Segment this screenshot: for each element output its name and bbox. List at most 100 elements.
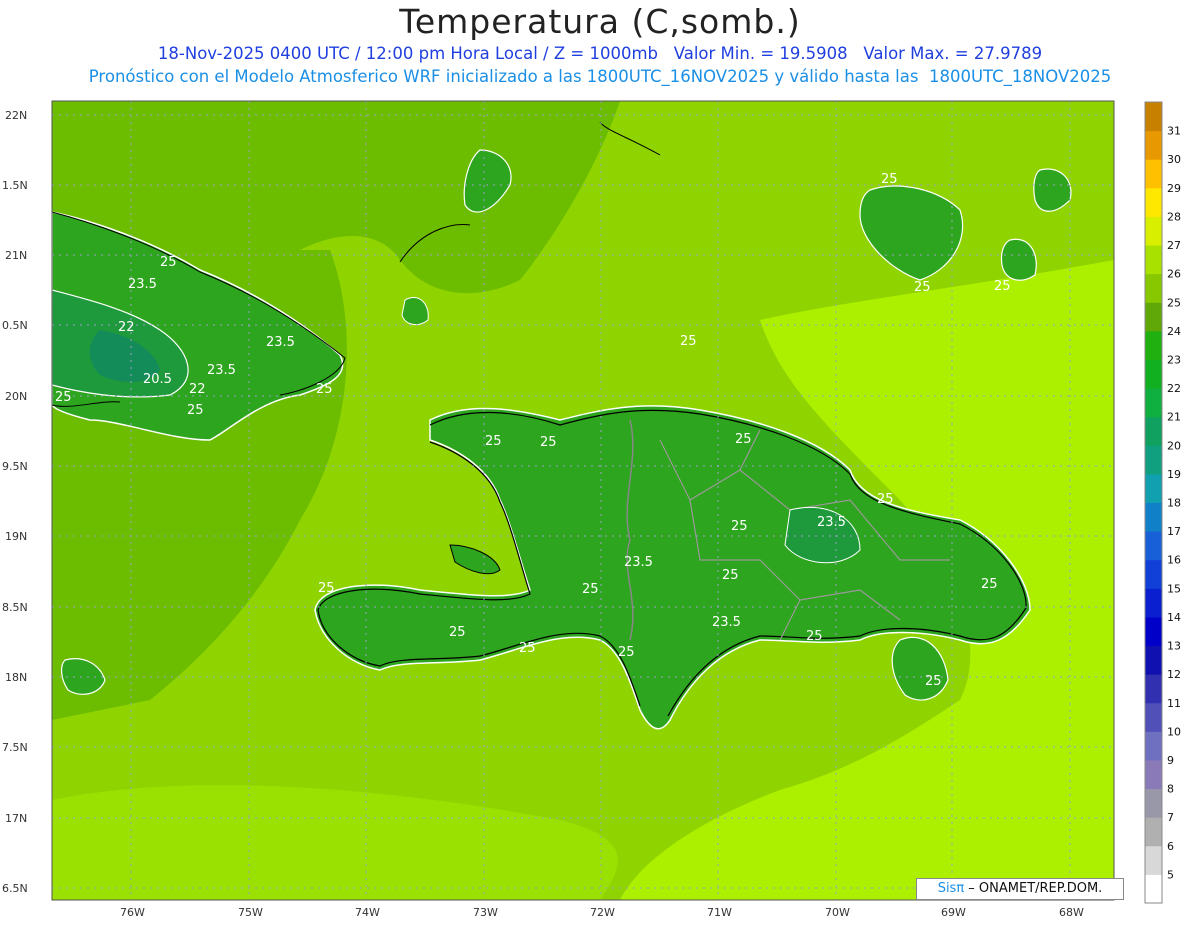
contour-label: 25 xyxy=(806,629,823,644)
colorbar-level-label: 22 xyxy=(1167,382,1181,395)
temperature-map: 25 23.5 22 20.5 22 23.5 23.5 25 25 25 25… xyxy=(2,100,1181,919)
colorbar-level-label: 12 xyxy=(1167,668,1181,681)
contour-label: 25 xyxy=(994,279,1011,294)
colorbar-level-label: 30 xyxy=(1167,153,1181,166)
lat-label: 6.5N xyxy=(2,882,28,895)
colorbar-level-label: 8 xyxy=(1167,783,1174,796)
colorbar-swatch xyxy=(1145,502,1162,532)
colorbar-level-label: 19 xyxy=(1167,468,1181,481)
contour-label: 22 xyxy=(189,382,206,397)
colorbar-level-label: 13 xyxy=(1167,640,1181,653)
contour-label: 25 xyxy=(55,390,72,405)
contour-label: 25 xyxy=(731,519,748,534)
contour-label: 25 xyxy=(981,577,998,592)
colorbar-level-label: 16 xyxy=(1167,554,1181,567)
valid-time-line: 18-Nov-2025 0400 UTC / 12:00 pm Hora Loc… xyxy=(157,44,1043,63)
contour-label: 25 xyxy=(540,435,557,450)
colorbar-swatch xyxy=(1145,817,1162,847)
lat-label: 1.5N xyxy=(2,179,28,192)
colorbar-swatch xyxy=(1145,473,1162,503)
colorbar-swatch xyxy=(1145,645,1162,675)
contour-label: 25 xyxy=(582,582,599,597)
contour-label: 25 xyxy=(519,641,536,656)
colorbar-level-label: 18 xyxy=(1167,497,1181,510)
colorbar-swatch xyxy=(1145,845,1162,875)
lat-label: 17N xyxy=(5,812,27,825)
colorbar-swatch xyxy=(1145,216,1162,246)
contour-label: 23.5 xyxy=(266,335,295,350)
lat-label: 20N xyxy=(5,390,27,403)
contour-label: 23.5 xyxy=(712,615,741,630)
colorbar-level-label: 27 xyxy=(1167,239,1181,252)
colorbar-level-label: 15 xyxy=(1167,582,1181,595)
colorbar-swatch xyxy=(1145,445,1162,475)
lat-label: 9.5N xyxy=(2,460,28,473)
contour-label: 25 xyxy=(680,334,697,349)
colorbar: 5 6 7 8 9 10 11 12 13 14 15 16 17 18 19 20 21 22 23 24 25 26 2… xyxy=(1144,101,1181,904)
map-title: Temperatura (C,somb.) xyxy=(399,2,801,41)
colorbar-swatch xyxy=(1145,245,1162,275)
colorbar-swatch xyxy=(1145,130,1162,160)
colorbar-level-label: 7 xyxy=(1167,811,1174,824)
colorbar-level-label: 17 xyxy=(1167,525,1181,538)
contour-label: 25 xyxy=(735,432,752,447)
colorbar-level-label: 14 xyxy=(1167,611,1181,624)
colorbar-swatch xyxy=(1145,674,1162,704)
contour-label: 22 xyxy=(118,320,135,335)
lat-label: 8.5N xyxy=(2,601,28,614)
lon-label: 72W xyxy=(590,906,615,919)
colorbar-swatch xyxy=(1145,388,1162,418)
contour-label: 25 xyxy=(925,674,942,689)
contour-label: 23.5 xyxy=(817,515,846,530)
lon-label: 76W xyxy=(120,906,145,919)
colorbar-level-label: 23 xyxy=(1167,353,1181,366)
credit-text: – ONAMET/REP.DOM. xyxy=(964,881,1103,896)
colorbar-level-label: 25 xyxy=(1167,296,1181,309)
sispi-logo: Sisπ xyxy=(937,881,965,896)
colorbar-swatch xyxy=(1145,330,1162,360)
contour-label: 25 xyxy=(485,434,502,449)
contour-label: 25 xyxy=(316,382,333,397)
colorbar-swatch xyxy=(1145,416,1162,446)
lon-label: 69W xyxy=(941,906,966,919)
colorbar-swatch xyxy=(1145,788,1162,818)
colorbar-level-label: 20 xyxy=(1167,439,1181,452)
lon-label: 75W xyxy=(238,906,263,919)
lat-label: 22N xyxy=(5,109,27,122)
lat-label: 18N xyxy=(5,671,27,684)
colorbar-swatch xyxy=(1145,273,1162,303)
lat-label: 7.5N xyxy=(2,741,28,754)
credit-box: Sisπ – ONAMET/REP.DOM. xyxy=(916,878,1124,900)
colorbar-level-label: 5 xyxy=(1167,868,1174,881)
colorbar-swatch xyxy=(1145,759,1162,790)
colorbar-level-label: 28 xyxy=(1167,210,1181,223)
colorbar-swatch xyxy=(1145,702,1162,732)
contour-label: 23.5 xyxy=(624,555,653,570)
contour-label: 25 xyxy=(618,645,635,660)
lat-label: 21N xyxy=(5,249,27,262)
colorbar-level-label: 24 xyxy=(1167,325,1181,338)
model-info-line: Pronóstico con el Modelo Atmosferico WRF… xyxy=(88,67,1112,86)
lon-label: 74W xyxy=(355,906,380,919)
lon-label: 68W xyxy=(1059,906,1084,919)
contour-label: 25 xyxy=(722,568,739,583)
lat-label: 19N xyxy=(5,530,27,543)
colorbar-level-label: 10 xyxy=(1167,725,1181,738)
colorbar-level-label: 29 xyxy=(1167,182,1181,195)
colorbar-level-label: 11 xyxy=(1167,697,1181,710)
colorbar-swatch xyxy=(1145,531,1162,561)
contour-label: 25 xyxy=(187,403,204,418)
contour-label: 25 xyxy=(160,255,177,270)
colorbar-swatch xyxy=(1145,359,1162,389)
lon-label: 73W xyxy=(473,906,498,919)
lat-label: 0.5N xyxy=(2,319,28,332)
lon-label: 71W xyxy=(707,906,732,919)
colorbar-swatch xyxy=(1145,187,1162,217)
colorbar-swatch xyxy=(1145,616,1162,647)
lat-axis: 22N 1.5N 21N 0.5N 20N 9.5N 19N 8.5N 18N … xyxy=(2,109,28,895)
contour-label: 25 xyxy=(449,625,466,640)
contour-label: 25 xyxy=(881,172,898,187)
colorbar-swatch xyxy=(1145,159,1162,189)
colorbar-level-label: 31 xyxy=(1167,125,1181,138)
contour-label: 25 xyxy=(877,492,894,507)
